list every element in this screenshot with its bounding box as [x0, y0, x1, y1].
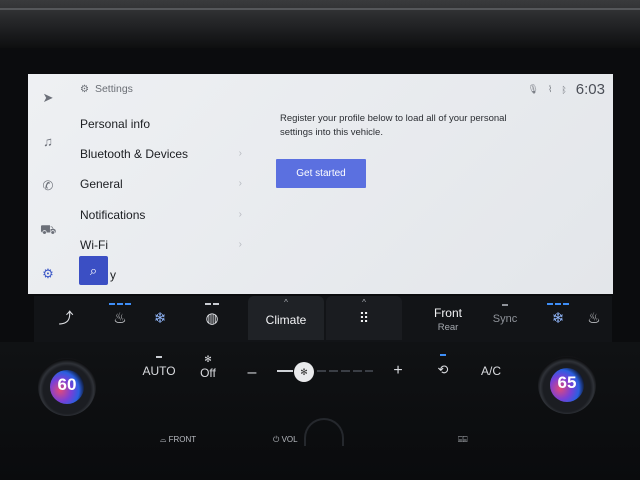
search-icon: ⌕	[89, 263, 98, 278]
menu-item-label: Wi-Fi	[80, 237, 108, 252]
front-rear-toggle[interactable]: Front Rear	[430, 306, 466, 333]
menu-item-bluetooth[interactable]: Bluetooth & Devices ›	[80, 142, 242, 172]
fan-icon: ✻	[300, 367, 308, 377]
auto-label: AUTO	[142, 364, 176, 378]
level-indicator	[544, 303, 572, 306]
bluetooth-icon: ᛒ	[561, 84, 567, 95]
seat-heat-icon: ♨	[587, 310, 601, 327]
fan-speed-slider[interactable]	[277, 370, 373, 372]
recirculation-icon: ⟲	[437, 362, 449, 377]
right-temp-knob[interactable]: 65	[538, 356, 596, 414]
sync-label: Sync	[492, 313, 518, 325]
menu-item-label: General	[80, 177, 123, 192]
music-icon[interactable]: ♫	[40, 134, 56, 150]
defrost-icon: ⌓	[160, 435, 169, 444]
seat-heat-left-button[interactable]: ♨	[106, 296, 134, 342]
caret-up-icon: ^	[284, 298, 288, 307]
dashboard-bezel	[0, 0, 640, 48]
chevron-right-icon: ›	[238, 238, 242, 250]
power-volume-button[interactable]: ⏻ VOL	[273, 435, 298, 445]
chevron-right-icon: ›	[238, 148, 242, 160]
car-icon[interactable]: ⛟	[40, 222, 56, 238]
infotainment-screen: ➤ ♫ ✆ ⛟ ⚙ ⚙ Settings Personal info Blueto…	[28, 74, 613, 294]
fan-off-label: Off	[200, 366, 216, 380]
sync-indicator	[502, 304, 508, 306]
climate-bar: ⤴ ♨ ❄ ◍ ^ Climate ^ ⠿ Front Rear Sync ❄ …	[34, 296, 612, 342]
menu-item-general[interactable]: General ›	[80, 172, 242, 202]
ac-label: A/C	[480, 364, 501, 378]
seat-vent-right-button[interactable]: ❄	[544, 296, 572, 342]
seat-vent-left-button[interactable]: ❄	[146, 296, 174, 342]
tab-label: Climate	[265, 313, 307, 327]
settings-title-text: Settings	[94, 83, 133, 95]
seat-vent-icon: ❄	[153, 310, 167, 327]
caret-up-icon: ^	[362, 298, 366, 307]
fan-off-button[interactable]: ✻ Off	[192, 354, 224, 380]
auto-indicator	[156, 356, 162, 358]
recirculation-button[interactable]: ⟲	[430, 354, 456, 378]
airflow-mode-button[interactable]: ⤴	[52, 296, 80, 342]
fan-icon: ✻	[204, 354, 212, 364]
phone-icon[interactable]: ✆	[40, 178, 56, 194]
steering-wheel-icon: ◍	[205, 310, 219, 327]
right-temp-value: 65	[557, 373, 577, 392]
page-title: ⚙ Settings	[80, 83, 133, 95]
volume-dial[interactable]	[304, 418, 344, 446]
chevron-right-icon: ›	[238, 208, 242, 220]
menu-item-personal-info[interactable]: Personal info	[80, 112, 242, 142]
level-indicator	[198, 303, 226, 306]
menu-item-label: Personal info	[80, 117, 151, 131]
status-bar: 🎙︎ ⌇ ᛒ 6:03	[528, 81, 605, 98]
plus-label: +	[393, 362, 403, 379]
ac-button[interactable]: A/C	[476, 364, 506, 378]
left-temp-value: 60	[57, 375, 77, 394]
airflow-icon: ⤴	[58, 310, 74, 327]
sync-button[interactable]: Sync	[490, 304, 520, 325]
menu-item-label: Bluetooth & Devices	[80, 147, 189, 162]
navigation-icon[interactable]: ➤	[40, 90, 56, 106]
register-message: Register your profile below to load all …	[280, 113, 507, 138]
level-indicator	[106, 303, 134, 306]
signal-icon: ⌇	[547, 84, 553, 94]
fan-speed-handle[interactable]: ✻	[294, 362, 314, 382]
microphone-icon: 🎙︎	[527, 84, 539, 94]
seat-heat-right-button[interactable]: ♨	[580, 296, 608, 342]
fan-decrease-button[interactable]: –	[242, 364, 262, 382]
grid-icon: ⠿	[358, 310, 370, 326]
tab-apps[interactable]: ^ ⠿	[326, 296, 402, 340]
rear-label: Rear	[437, 322, 459, 333]
gear-icon[interactable]: ⚙	[40, 266, 56, 282]
settings-gear-icon: ⚙	[80, 84, 89, 95]
auto-button[interactable]: AUTO	[140, 356, 178, 378]
recirculation-indicator	[440, 354, 446, 356]
minus-label: –	[247, 364, 257, 381]
fan-increase-button[interactable]: +	[388, 362, 408, 380]
menu-item-label: Notifications	[80, 207, 146, 222]
get-started-button[interactable]: Get started	[276, 159, 366, 188]
clock: 6:03	[575, 81, 605, 98]
menu-item-label: y	[110, 267, 116, 282]
climate-panel: 60 AUTO ✻ Off – ✻ + ⟲ A/C 65 ⌓ FRONT ⏻ V…	[0, 342, 640, 480]
vol-label: VOL	[281, 435, 298, 444]
menu-item-notifications[interactable]: Notifications ›	[80, 203, 242, 233]
seat-heat-icon: ♨	[113, 310, 127, 327]
front-label: FRONT	[168, 435, 197, 444]
tab-climate[interactable]: ^ Climate	[248, 296, 324, 340]
rear-defrost-button[interactable]: ⌸⌸	[458, 435, 468, 445]
steering-heat-button[interactable]: ◍	[198, 296, 226, 342]
left-temp-knob[interactable]: 60	[38, 358, 96, 416]
front-defrost-button[interactable]: ⌓ FRONT	[160, 435, 196, 445]
rear-defrost-icon: ⌸⌸	[458, 435, 468, 444]
app-rail: ➤ ♫ ✆ ⛟ ⚙	[28, 74, 68, 294]
front-label: Front	[433, 306, 462, 320]
power-icon: ⏻	[273, 435, 282, 444]
search-button[interactable]: ⌕	[79, 256, 108, 285]
chevron-right-icon: ›	[238, 178, 242, 190]
seat-vent-icon: ❄	[551, 310, 565, 327]
